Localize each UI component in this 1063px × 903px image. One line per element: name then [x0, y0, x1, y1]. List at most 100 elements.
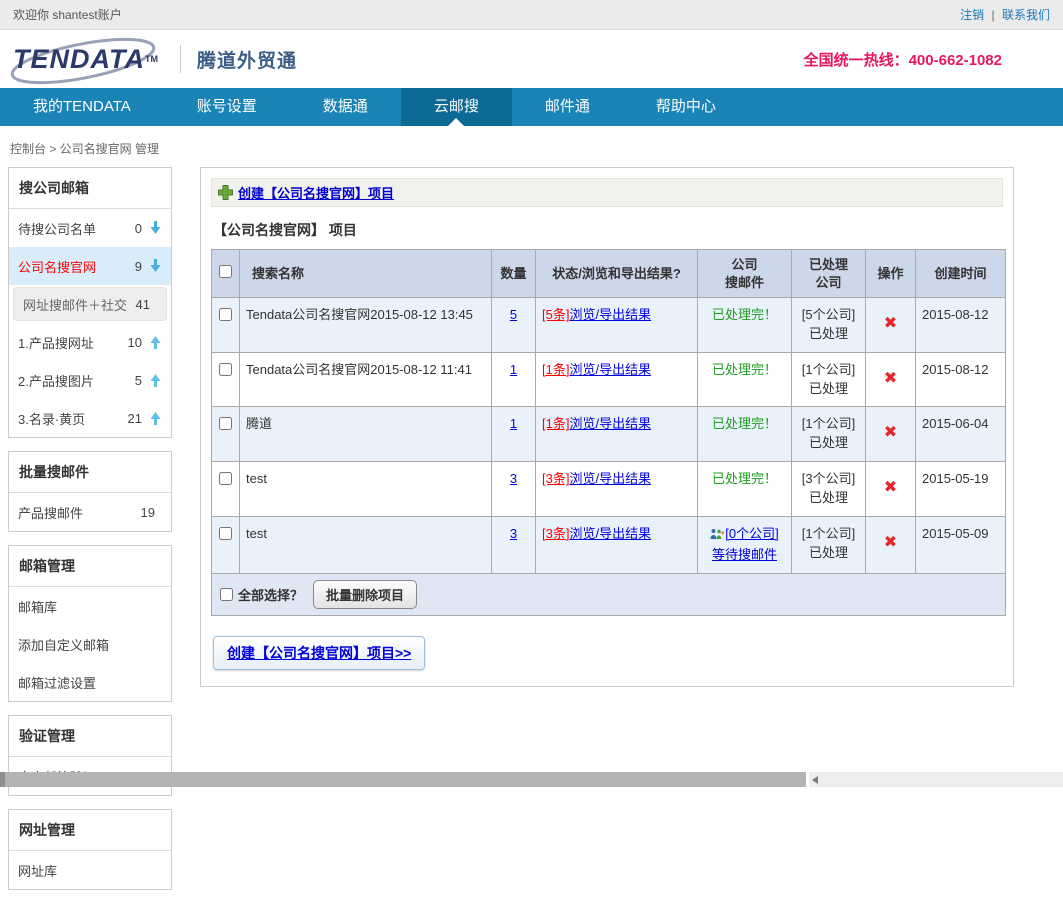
count-badge[interactable]: [3条] [542, 526, 569, 541]
logo-text: TENDATA [13, 44, 145, 75]
sidebar-section-search-company-email: 搜公司邮箱 待搜公司名单 0 公司名搜官网 9 网址搜邮件＋社交 41 1 [8, 167, 172, 438]
row-checkbox[interactable] [219, 417, 232, 430]
sidebar-item-count: 10 [128, 335, 142, 350]
sidebar-item-product-search-email[interactable]: 产品搜邮件 19 [9, 493, 171, 531]
create-project-bottom-button[interactable]: 创建【公司名搜官网】项目>> [213, 636, 425, 670]
processed-company-cell: [1个公司] 已处理 [792, 516, 866, 573]
sidebar-item-label: 产品搜邮件 [18, 503, 137, 522]
row-select-cell [212, 462, 240, 517]
sidebar-item-product-search-url[interactable]: 1.产品搜网址 10 [9, 323, 171, 361]
count-badge[interactable]: [1条] [542, 362, 569, 377]
row-status-cell: [3条]浏览/导出结果 [536, 462, 698, 517]
row-status-cell: [3条]浏览/导出结果 [536, 516, 698, 573]
nav-item-cloud-mail-search[interactable]: 云邮搜 [401, 88, 512, 126]
qty-link[interactable]: 3 [510, 526, 517, 541]
panel-title: 【公司名搜官网】 项目 [213, 220, 1003, 240]
processed-count: [3个公司] [802, 471, 855, 486]
row-status-cell: [1条]浏览/导出结果 [536, 352, 698, 407]
delete-x-icon[interactable]: ✖ [884, 306, 897, 335]
sidebar-item-count: 19 [141, 505, 155, 520]
table-row: Tendata公司名搜官网2015-08-12 13:45 5 [5条]浏览/导… [212, 298, 1006, 353]
sidebar-item-url-library[interactable]: 网址库 [9, 851, 171, 889]
row-name: test [240, 516, 492, 573]
delete-x-icon[interactable]: ✖ [884, 470, 897, 499]
logo-tm: TM [145, 54, 158, 64]
browse-export-link[interactable]: 浏览/导出结果 [569, 307, 651, 322]
processed-company-cell: [1个公司] 已处理 [792, 407, 866, 462]
content-layout: 搜公司邮箱 待搜公司名单 0 公司名搜官网 9 网址搜邮件＋社交 41 1 [0, 167, 1063, 903]
row-name: Tendata公司名搜官网2015-08-12 11:41 [240, 352, 492, 407]
sidebar-item-company-name-search[interactable]: 公司名搜官网 9 [9, 247, 171, 285]
create-project-link[interactable]: 创建【公司名搜官网】项目 [238, 183, 394, 202]
browse-export-link[interactable]: 浏览/导出结果 [569, 416, 651, 431]
tendata-logo: TENDATA TM [13, 44, 158, 75]
logout-link[interactable]: 注销 [960, 8, 984, 22]
header-line: 已处理 [809, 257, 848, 272]
select-all-checkbox[interactable] [220, 588, 233, 601]
sidebar-item-pending-company-list[interactable]: 待搜公司名单 0 [9, 209, 171, 247]
nav-item-my-tendata[interactable]: 我的TENDATA [0, 88, 164, 126]
batch-delete-button[interactable]: 批量删除项目 [313, 580, 417, 609]
count-badge[interactable]: [3条] [542, 471, 569, 486]
plus-icon [218, 185, 233, 200]
action-cell: ✖ [866, 462, 916, 517]
sidebar-item-add-custom-mailbox[interactable]: 添加自定义邮箱 [9, 625, 171, 663]
sidebar-item-count: 21 [128, 411, 142, 426]
email-status: 已处理完！ [698, 298, 792, 353]
qty-link[interactable]: 1 [510, 362, 517, 377]
table-footer-row: 全部选择？ 批量删除项目 [212, 573, 1006, 615]
sidebar-item-label: 网址库 [18, 861, 162, 880]
row-qty-cell: 3 [492, 516, 536, 573]
sidebar-item-mailbox-filter-settings[interactable]: 邮箱过滤设置 [9, 663, 171, 701]
action-cell: ✖ [866, 407, 916, 462]
delete-x-icon[interactable]: ✖ [884, 525, 897, 554]
qty-link[interactable]: 1 [510, 416, 517, 431]
contact-us-link[interactable]: 联系我们 [1002, 8, 1050, 22]
sidebar-item-directory-yellowpages[interactable]: 3.名录·黄页 21 [9, 399, 171, 437]
browse-export-link[interactable]: 浏览/导出结果 [569, 526, 651, 541]
nav-item-data-pass[interactable]: 数据通 [290, 88, 401, 126]
table-row: 腾道 1 [1条]浏览/导出结果 已处理完！ [1个公司] 已处理 ✖ 2015… [212, 407, 1006, 462]
row-checkbox[interactable] [219, 527, 232, 540]
waiting-email-link[interactable]: 等待搜邮件 [712, 547, 777, 562]
row-qty-cell: 1 [492, 407, 536, 462]
nav-item-mail-pass[interactable]: 邮件通 [512, 88, 623, 126]
delete-x-icon[interactable]: ✖ [884, 415, 897, 444]
qty-link[interactable]: 5 [510, 307, 517, 322]
action-cell: ✖ [866, 516, 916, 573]
sidebar-item-label: 邮箱库 [18, 597, 162, 616]
nav-item-help-center[interactable]: 帮助中心 [623, 88, 749, 126]
sidebar-section-title: 邮箱管理 [9, 546, 171, 587]
sidebar-item-mailbox-library[interactable]: 邮箱库 [9, 587, 171, 625]
row-checkbox[interactable] [219, 472, 232, 485]
nav-item-account-settings[interactable]: 账号设置 [164, 88, 290, 126]
sidebar-item-product-search-image[interactable]: 2.产品搜图片 5 [9, 361, 171, 399]
header-select-cell [212, 250, 240, 298]
top-links-separator: | [992, 8, 995, 22]
row-checkbox[interactable] [219, 363, 232, 376]
browse-export-link[interactable]: 浏览/导出结果 [569, 362, 651, 377]
welcome-text: 欢迎你 shantest账户 [13, 6, 122, 23]
active-tab-caret [448, 118, 464, 126]
horizontal-scrollbar-thumb[interactable] [0, 772, 806, 787]
header-action: 操作 [866, 250, 916, 298]
product-name: 腾道外贸通 [197, 46, 297, 73]
count-badge[interactable]: [1条] [542, 416, 569, 431]
sidebar-item-count: 41 [136, 297, 150, 312]
processed-count: [5个公司] [802, 307, 855, 322]
delete-x-icon[interactable]: ✖ [884, 361, 897, 390]
sidebar-item-url-search-social[interactable]: 网址搜邮件＋社交 41 [13, 287, 167, 321]
processed-count: [1个公司] [802, 526, 855, 541]
row-status-cell: [1条]浏览/导出结果 [536, 407, 698, 462]
browse-export-link[interactable]: 浏览/导出结果 [569, 471, 651, 486]
count-badge[interactable]: [5条] [542, 307, 569, 322]
sidebar-section-title: 批量搜邮件 [9, 452, 171, 493]
waiting-companies-link[interactable]: [0个公司] [725, 526, 778, 541]
header-checkbox[interactable] [219, 265, 232, 278]
action-cell: ✖ [866, 352, 916, 407]
qty-link[interactable]: 3 [510, 471, 517, 486]
row-checkbox[interactable] [219, 308, 232, 321]
brand-divider [180, 45, 181, 73]
processed-company-cell: [5个公司] 已处理 [792, 298, 866, 353]
created-date: 2015-05-09 [916, 516, 1006, 573]
